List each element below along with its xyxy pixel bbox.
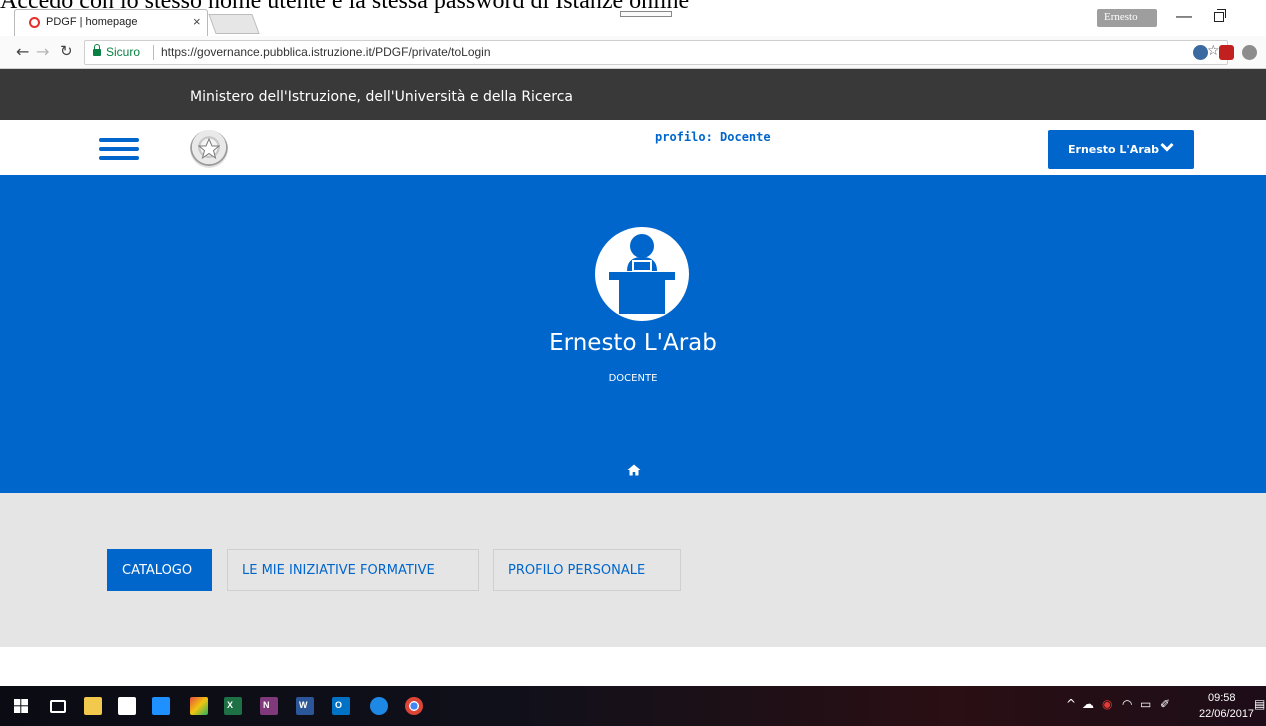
onedrive-icon[interactable]: ☁ bbox=[1082, 697, 1094, 711]
bookmark-star-icon[interactable]: ☆ bbox=[1207, 43, 1220, 59]
lock-icon bbox=[93, 44, 101, 56]
ministry-title: Ministero dell'Istruzione, dell'Universi… bbox=[190, 89, 573, 105]
user-menu-label: Ernesto L'Arab bbox=[1068, 143, 1160, 156]
store-icon[interactable] bbox=[118, 697, 136, 715]
teacher-avatar-icon bbox=[595, 227, 689, 321]
photos-icon[interactable] bbox=[190, 697, 208, 715]
pen-icon[interactable]: ✐ bbox=[1160, 697, 1170, 711]
windows-start-icon[interactable] bbox=[14, 699, 28, 713]
windows-taskbar: X N W O ^ ☁ ◉ ◠ ▭ ✐ 09:58 22/06/2017 ▤ bbox=[0, 686, 1266, 726]
edge-icon[interactable] bbox=[370, 697, 388, 715]
address-bar[interactable]: Sicuro https://governance.pubblica.istru… bbox=[84, 40, 1228, 65]
ministry-header: Ministero dell'Istruzione, dell'Universi… bbox=[0, 69, 1266, 120]
forward-arrow-icon[interactable]: → bbox=[36, 42, 49, 61]
browser-toolbar: ← → ↻ Sicuro https://governance.pubblica… bbox=[0, 36, 1266, 69]
extension-icon[interactable] bbox=[1193, 45, 1208, 60]
profile-hero: Ernesto L'Arab DOCENTE bbox=[0, 175, 1266, 493]
window-user-badge[interactable]: Ernesto bbox=[1097, 9, 1157, 27]
tab-le-mie-iniziative-formative[interactable]: LE MIE INIZIATIVE FORMATIVE bbox=[227, 549, 479, 591]
excel-icon[interactable]: X bbox=[224, 697, 242, 715]
app-header: profilo: Docente Ernesto L'Arab bbox=[0, 120, 1266, 175]
section-tabs: CATALOGO LE MIE INIZIATIVE FORMATIVE PRO… bbox=[0, 493, 1266, 647]
clock-time[interactable]: 09:58 bbox=[1208, 692, 1236, 704]
tab-close-button[interactable]: × bbox=[193, 14, 201, 29]
tab-catalogo[interactable]: CATALOGO bbox=[107, 549, 212, 591]
browser-tab[interactable]: PDGF | homepage × bbox=[14, 9, 208, 36]
user-role: DOCENTE bbox=[608, 373, 658, 384]
user-name: Ernesto L'Arab bbox=[549, 330, 717, 356]
screen: Accedo con lo stesso nome utente e la st… bbox=[0, 0, 1266, 726]
extension-icon[interactable] bbox=[1242, 45, 1257, 60]
wifi-icon[interactable]: ◠ bbox=[1122, 697, 1132, 711]
task-view-icon[interactable] bbox=[50, 700, 66, 713]
tab-title: PDGF | homepage bbox=[46, 16, 138, 28]
minimize-button[interactable]: — bbox=[1176, 8, 1192, 26]
reload-icon[interactable]: ↻ bbox=[60, 42, 73, 60]
user-menu-button[interactable]: Ernesto L'Arab bbox=[1048, 130, 1194, 169]
dropbox-icon[interactable] bbox=[152, 697, 170, 715]
url-text[interactable]: https://governance.pubblica.istruzione.i… bbox=[161, 45, 491, 59]
tab-profilo-personale[interactable]: PROFILO PERSONALE bbox=[493, 549, 681, 591]
republic-emblem-logo bbox=[190, 130, 228, 168]
secure-label: Sicuro bbox=[106, 45, 141, 59]
address-divider bbox=[153, 45, 154, 60]
restore-window-button[interactable] bbox=[1214, 9, 1226, 22]
profile-label: profilo: Docente bbox=[655, 130, 771, 144]
battery-icon[interactable]: ▭ bbox=[1140, 697, 1151, 711]
onenote-icon[interactable]: N bbox=[260, 697, 278, 715]
home-icon[interactable] bbox=[627, 464, 641, 476]
clock-date[interactable]: 22/06/2017 bbox=[1199, 708, 1254, 720]
favicon-icon bbox=[29, 17, 40, 28]
window-drag-handle[interactable] bbox=[620, 11, 672, 17]
notification-center-icon[interactable]: ▤ bbox=[1254, 697, 1265, 711]
outlook-icon[interactable]: O bbox=[332, 697, 350, 715]
back-arrow-icon[interactable]: ← bbox=[16, 42, 29, 61]
chevron-down-icon bbox=[1160, 142, 1174, 152]
file-explorer-icon[interactable] bbox=[84, 697, 102, 715]
new-tab-button[interactable] bbox=[208, 14, 260, 34]
pdf-extension-icon[interactable] bbox=[1219, 45, 1234, 60]
menu-icon[interactable] bbox=[99, 138, 139, 162]
antivirus-shield-icon[interactable]: ◉ bbox=[1102, 697, 1112, 711]
browser-titlebar: PDGF | homepage × Ernesto — bbox=[0, 0, 1266, 36]
tray-expand-icon[interactable]: ^ bbox=[1066, 697, 1076, 711]
chrome-icon[interactable] bbox=[405, 697, 423, 715]
word-icon[interactable]: W bbox=[296, 697, 314, 715]
window-user-label: Ernesto bbox=[1104, 11, 1138, 23]
